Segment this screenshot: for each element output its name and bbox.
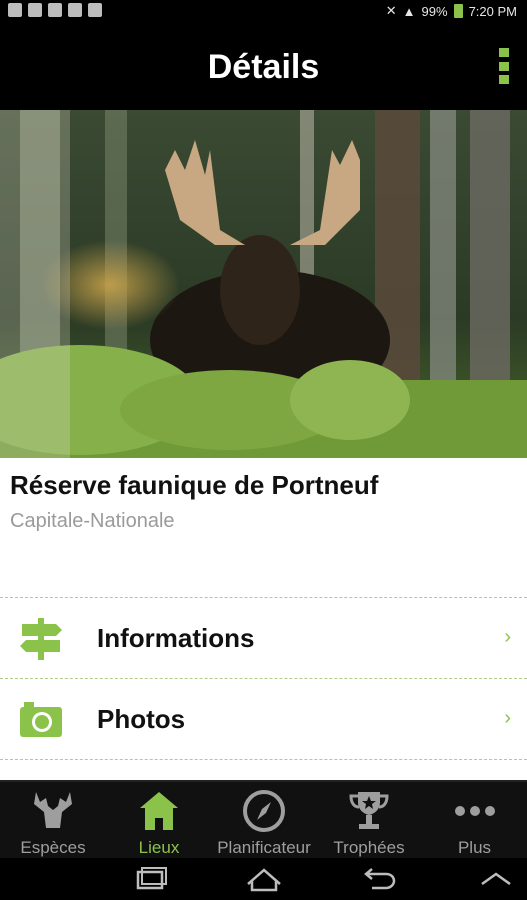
overflow-menu-icon[interactable] bbox=[499, 48, 509, 84]
more-icon bbox=[454, 806, 495, 816]
status-bar: ✕ ▲ 99% 7:20 PM bbox=[0, 0, 527, 22]
moose-icon bbox=[34, 792, 72, 828]
compass-icon bbox=[243, 790, 285, 832]
notification-icons bbox=[8, 3, 102, 17]
tab-label: Planificateur bbox=[217, 838, 311, 857]
tab-label: Plus bbox=[457, 838, 492, 857]
home-icon[interactable] bbox=[244, 866, 284, 892]
recent-apps-icon[interactable] bbox=[130, 866, 170, 892]
screenshot-icon bbox=[88, 3, 102, 17]
signpost-icon bbox=[20, 618, 62, 660]
trophy-icon bbox=[349, 792, 389, 829]
informations-label: Informations bbox=[97, 623, 255, 653]
cloud-icon bbox=[68, 3, 82, 17]
tab-label: Lieux bbox=[138, 838, 180, 857]
back-icon[interactable] bbox=[358, 866, 398, 892]
chevron-right-icon: › bbox=[504, 707, 511, 729]
mute-icon: ✕ bbox=[385, 3, 397, 18]
informations-row[interactable]: Informations › bbox=[0, 598, 527, 678]
place-name: Réserve faunique de Portneuf bbox=[10, 470, 379, 500]
signal-icon: ▲ bbox=[402, 3, 416, 19]
divider bbox=[0, 759, 527, 760]
tab-planificateur[interactable]: Planificateur bbox=[212, 782, 316, 860]
tab-lieux[interactable]: Lieux bbox=[106, 782, 212, 860]
clock: 7:20 PM bbox=[468, 3, 517, 19]
battery-icon bbox=[453, 4, 463, 18]
tab-plus[interactable]: Plus bbox=[422, 782, 527, 860]
mail-icon bbox=[48, 3, 62, 17]
app-bar: Détails bbox=[0, 22, 527, 110]
camera-icon bbox=[20, 702, 62, 737]
tab-trophees[interactable]: Trophées bbox=[316, 782, 422, 860]
tab-label: Espèces bbox=[20, 838, 86, 857]
system-nav-bar bbox=[0, 858, 527, 900]
photos-label: Photos bbox=[97, 704, 186, 734]
tab-especes[interactable]: Espèces bbox=[0, 782, 106, 860]
usb-icon bbox=[8, 3, 22, 17]
place-region: Capitale-Nationale bbox=[10, 510, 175, 532]
hero-photo bbox=[0, 110, 527, 458]
chevron-right-icon: › bbox=[504, 626, 511, 648]
bottom-tab-bar: Espèces Lieux Planificateur Trophées Plu… bbox=[0, 780, 527, 860]
photos-row[interactable]: Photos › bbox=[0, 679, 527, 759]
battery-percent: 99% bbox=[421, 3, 448, 19]
page-title: Détails bbox=[207, 48, 320, 86]
image-icon bbox=[28, 3, 42, 17]
house-icon bbox=[140, 792, 178, 830]
chevron-up-icon[interactable] bbox=[476, 866, 516, 892]
tab-label: Trophées bbox=[333, 838, 405, 857]
